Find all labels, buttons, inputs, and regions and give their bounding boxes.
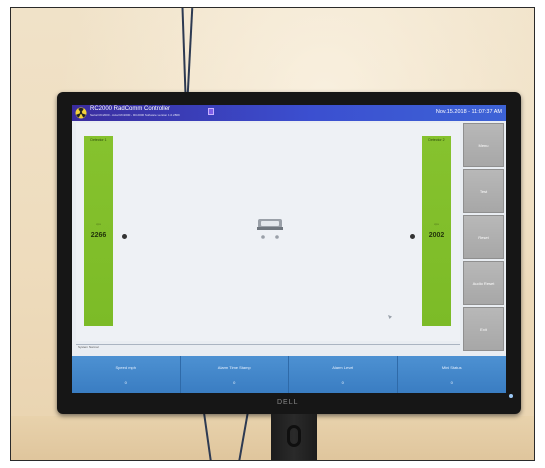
detector-unit: cps	[434, 222, 439, 226]
mouse-cursor-icon	[388, 315, 392, 319]
radiation-trefoil-icon	[75, 107, 87, 119]
mini-status-label: Mini Status	[441, 365, 462, 370]
divider	[76, 344, 460, 345]
speed-field[interactable]: Speed mph 0	[72, 356, 181, 393]
alarm-level-value: 0	[341, 380, 344, 385]
alarm-level-label: Alarm Level	[332, 365, 354, 370]
status-strip: System Normal	[76, 343, 460, 350]
test-button[interactable]: Test	[463, 169, 504, 213]
detector-unit: cps	[96, 222, 101, 226]
reset-button[interactable]: Reset	[463, 215, 504, 259]
detector-label: Detector 2	[428, 138, 445, 142]
monitor-screen: RC2000 RadComm Controller Serial RC2000 …	[72, 105, 506, 393]
detector-count: 2002	[428, 232, 445, 239]
app-subtitle: Serial RC2000 - Axial RC2000 - RC2000 So…	[90, 113, 180, 117]
sensor-dot-icon	[122, 234, 127, 239]
detector-panel-right[interactable]: Detector 2 cps 2002	[422, 136, 451, 326]
detector-display-area: Detector 1 cps 2266 Detector 2 cps 2002	[76, 123, 460, 341]
detector-label: Detector 1	[90, 138, 107, 142]
menu-button[interactable]: Menu	[463, 123, 504, 167]
mini-status-field[interactable]: Mini Status 0	[398, 356, 507, 393]
datetime-display: Nov.15.2018 - 11:07:37 AM	[435, 109, 502, 115]
window-indicator-icon[interactable]	[208, 108, 214, 115]
monitor-brand-logo: DELL	[277, 399, 299, 406]
speed-value: 0	[124, 380, 127, 385]
exit-button[interactable]: Exit	[463, 307, 504, 351]
vehicle-icon	[257, 219, 283, 239]
app-title: RC2000 RadComm Controller	[90, 106, 171, 112]
status-text: System Normal	[78, 345, 99, 349]
detector-panel-left[interactable]: Detector 1 cps 2266	[84, 136, 113, 326]
cable-management-loop	[287, 425, 301, 447]
detector-count: 2266	[90, 232, 107, 239]
side-button-column: Menu Test Reset Audio Reset Exit	[463, 123, 504, 353]
alarm-time-stamp-label: Alarm Time Stamp	[217, 365, 251, 370]
alarm-time-stamp-value: 0	[233, 380, 236, 385]
monitor-bezel: RC2000 RadComm Controller Serial RC2000 …	[57, 92, 521, 414]
audio-reset-button[interactable]: Audio Reset	[463, 261, 504, 305]
speed-label: Speed mph	[115, 365, 136, 370]
sensor-dot-icon	[410, 234, 415, 239]
bottom-info-bar: Speed mph 0 Alarm Time Stamp 0 Alarm Lev…	[72, 356, 506, 393]
photo-frame: RC2000 RadComm Controller Serial RC2000 …	[10, 7, 535, 461]
mini-status-value: 0	[450, 380, 453, 385]
app-titlebar: RC2000 RadComm Controller Serial RC2000 …	[72, 105, 506, 121]
power-indicator-icon[interactable]	[509, 394, 513, 398]
alarm-time-stamp-field[interactable]: Alarm Time Stamp 0	[181, 356, 289, 393]
alarm-level-field[interactable]: Alarm Level 0	[289, 356, 398, 393]
